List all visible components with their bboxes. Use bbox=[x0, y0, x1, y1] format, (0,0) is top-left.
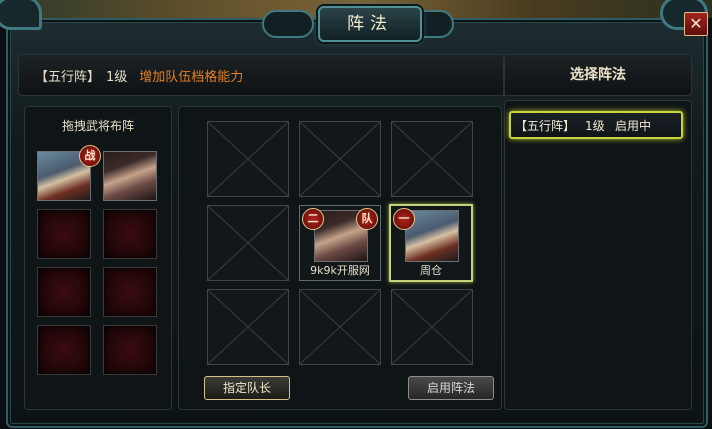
formation-list-item[interactable]: 【五行阵】 1级 启用中 bbox=[509, 111, 683, 139]
assign-captain-button[interactable]: 指定队长 bbox=[204, 376, 290, 400]
grid-cell-6[interactable]: 一 周仓 bbox=[389, 204, 473, 282]
formation-level: 1级 bbox=[106, 70, 128, 85]
formation-select-title: 选择阵法 bbox=[570, 67, 626, 83]
title-ornament-left bbox=[262, 10, 314, 38]
general-roster-panel: 拖拽武将布阵 战 bbox=[24, 106, 172, 410]
formation-header-text: 【五行阵】 1级 增加队伍档格能力 bbox=[35, 66, 243, 85]
formation-item-status: 启用中 bbox=[615, 119, 652, 133]
formation-description: 增加队伍档格能力 bbox=[139, 70, 244, 85]
grid-cell-2[interactable] bbox=[299, 121, 381, 197]
grid-cell-7[interactable] bbox=[207, 289, 289, 365]
formation-item-name: 【五行阵】 bbox=[515, 119, 576, 133]
grid-cell-5[interactable]: 二 队 9k9k开服网 bbox=[299, 205, 381, 281]
empty-cell-cross-icon bbox=[300, 122, 380, 196]
roster-slot[interactable] bbox=[103, 267, 157, 317]
roster-slot[interactable] bbox=[37, 267, 91, 317]
window-title: 阵法 bbox=[347, 14, 393, 34]
empty-cell-cross-icon bbox=[392, 290, 472, 364]
empty-cell-cross-icon bbox=[208, 206, 288, 280]
grid-cell-3[interactable] bbox=[391, 121, 473, 197]
formation-item-level: 1级 bbox=[585, 119, 605, 133]
enable-formation-button[interactable]: 启用阵法 bbox=[408, 376, 494, 400]
frame-ornament-top-left bbox=[0, 0, 42, 30]
empty-cell-cross-icon bbox=[208, 290, 288, 364]
roster-slot[interactable] bbox=[103, 209, 157, 259]
general-name: 周仓 bbox=[420, 264, 442, 277]
grid-cell-4[interactable] bbox=[207, 205, 289, 281]
empty-cell-cross-icon bbox=[300, 290, 380, 364]
empty-cell-cross-icon bbox=[208, 122, 288, 196]
roster-slot[interactable] bbox=[37, 209, 91, 259]
roster-title: 拖拽武将布阵 bbox=[61, 119, 134, 133]
formation-name: 【五行阵】 bbox=[35, 70, 101, 85]
roster-slot[interactable] bbox=[37, 325, 91, 375]
formation-grid-panel: 二 队 9k9k开服网 一 周仓 bbox=[178, 106, 502, 410]
captain-badge: 队 bbox=[356, 208, 378, 230]
roster-general-2[interactable] bbox=[103, 151, 157, 201]
title-tab: 阵法 bbox=[318, 6, 422, 42]
grid-cell-1[interactable] bbox=[207, 121, 289, 197]
close-button[interactable]: ✕ bbox=[684, 12, 708, 36]
grid-cell-9[interactable] bbox=[391, 289, 473, 365]
roster-slot[interactable] bbox=[103, 325, 157, 375]
formation-header: 【五行阵】 1级 增加队伍档格能力 bbox=[18, 54, 504, 96]
formation-window: 阵法 ✕ 【五行阵】 1级 增加队伍档格能力 选择阵法 拖拽武将布阵 战 二 队… bbox=[0, 0, 712, 429]
battle-badge: 战 bbox=[79, 145, 101, 167]
general-name: 9k9k开服网 bbox=[310, 264, 370, 277]
position-badge: 二 bbox=[302, 208, 324, 230]
formation-select-header: 选择阵法 bbox=[504, 54, 692, 96]
formation-list-panel: 【五行阵】 1级 启用中 bbox=[504, 100, 692, 410]
position-badge: 一 bbox=[393, 208, 415, 230]
empty-cell-cross-icon bbox=[392, 122, 472, 196]
grid-cell-8[interactable] bbox=[299, 289, 381, 365]
